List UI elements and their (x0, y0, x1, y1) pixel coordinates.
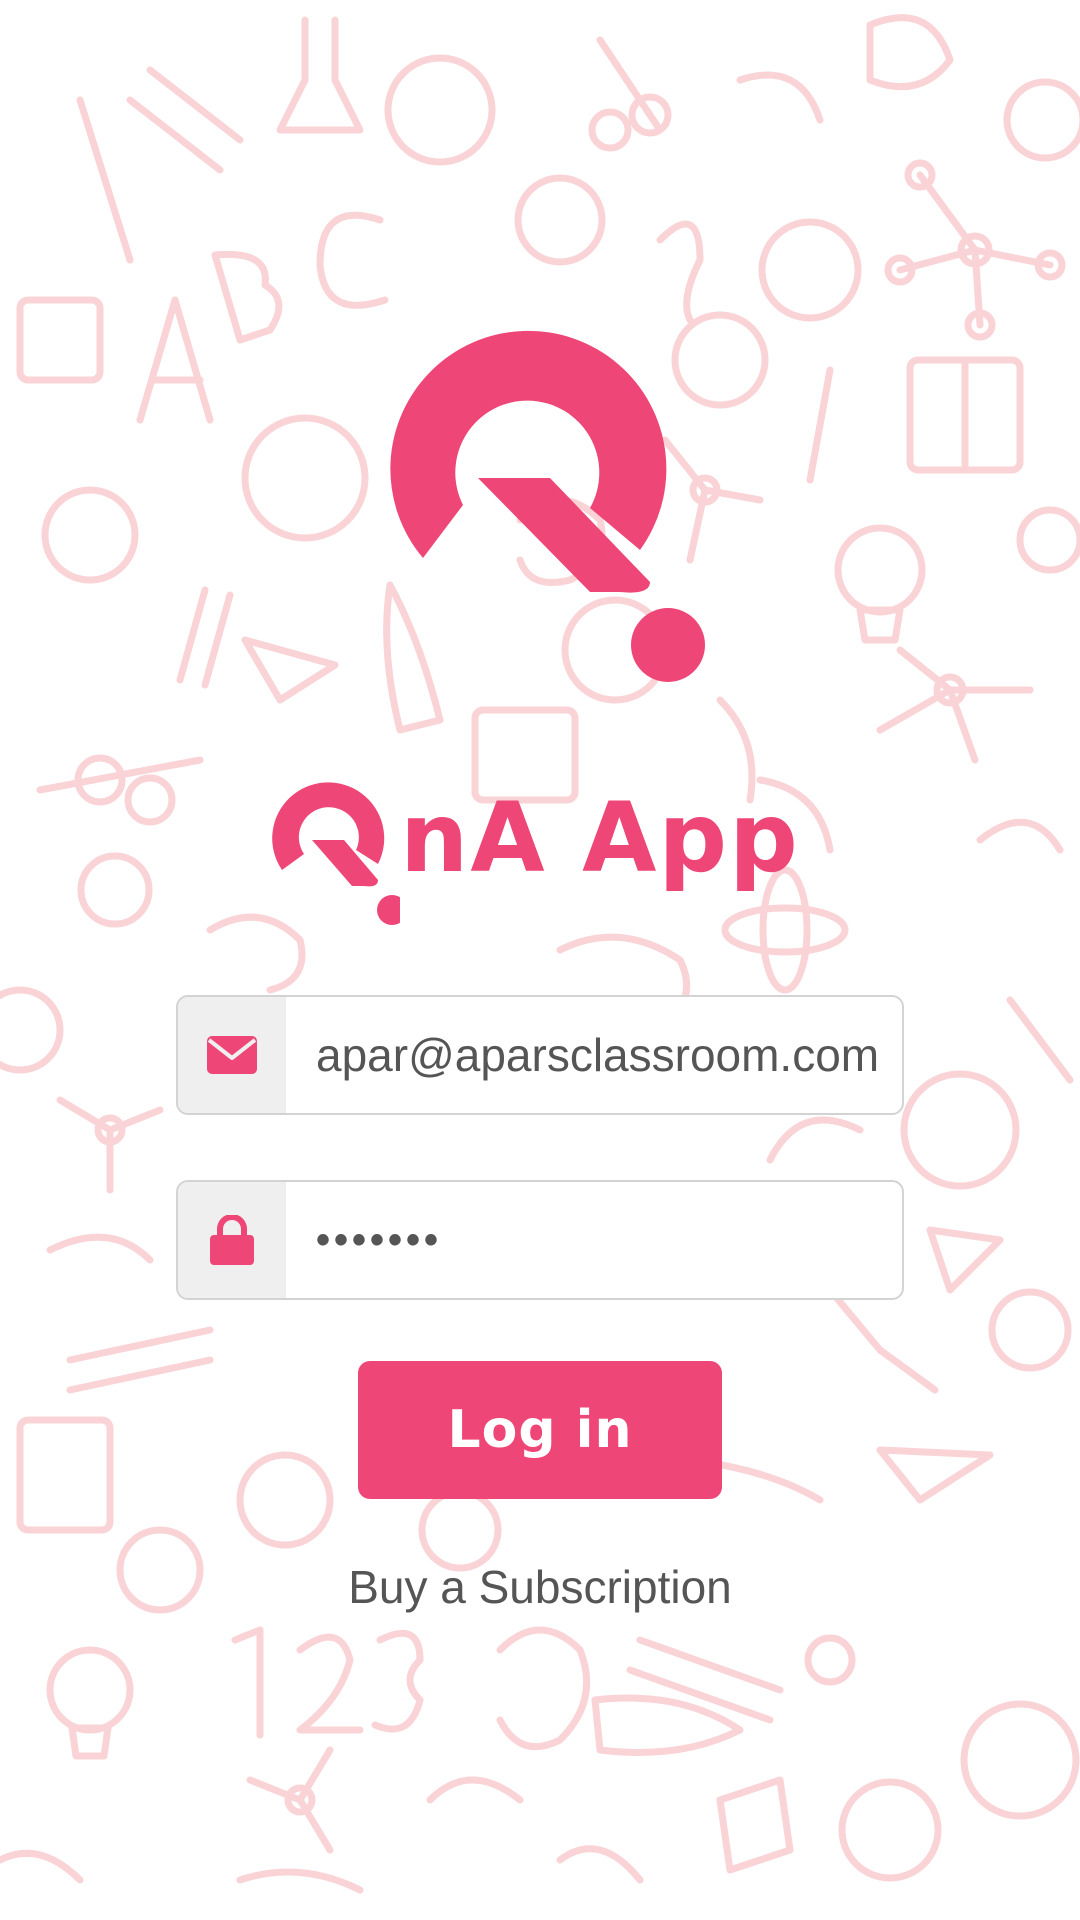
buy-subscription-link[interactable]: Buy a Subscription (0, 1560, 1080, 1614)
app-wordmark: nA App (260, 760, 840, 930)
app-name-text: nA App (400, 782, 800, 894)
password-addon (178, 1182, 286, 1298)
lock-icon (210, 1215, 254, 1265)
envelope-icon (207, 1036, 257, 1074)
password-field[interactable]: ••••••• (176, 1180, 904, 1300)
login-screen: nA App apar@aparsclassroom.com ••••••• L… (0, 0, 1080, 1920)
email-input[interactable]: apar@aparsclassroom.com (286, 997, 902, 1113)
login-button[interactable]: Log in (358, 1361, 722, 1499)
wordmark-q-icon (272, 782, 400, 925)
email-field[interactable]: apar@aparsclassroom.com (176, 995, 904, 1115)
q-logo-icon (390, 330, 705, 682)
password-input[interactable]: ••••••• (286, 1182, 902, 1298)
email-addon (178, 997, 286, 1113)
